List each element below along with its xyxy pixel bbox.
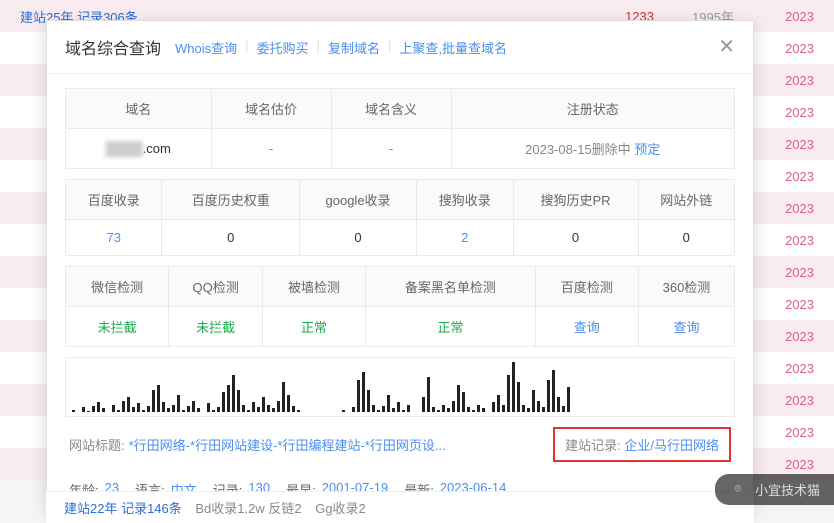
history-sparkline: [65, 357, 735, 417]
header-links: Whois查询| 委托购买| 复制域名| 上聚查,批量查域名: [175, 38, 507, 57]
wechat-icon: ⌾: [729, 481, 747, 499]
cell-r3-0: 未拦截: [66, 307, 169, 347]
close-icon[interactable]: ✕: [718, 37, 735, 57]
link-reserve[interactable]: 预定: [634, 142, 660, 157]
th-r2-4: 搜狗历史PR: [513, 180, 638, 220]
modal-title: 域名综合查询: [65, 35, 161, 59]
th-r2-3: 搜狗收录: [417, 180, 513, 220]
record-highlight-box: 建站记录: 企业/马行田网络: [553, 427, 731, 462]
cell-r3-2: 正常: [262, 307, 365, 347]
site-title-label: 网站标题:: [69, 435, 125, 454]
cell-valuation[interactable]: -: [211, 129, 331, 169]
cell-meaning[interactable]: -: [331, 129, 451, 169]
table-detect: 微信检测QQ检测被墙检测备案黑名单检测百度检测360检测 未拦截未拦截正常正常查…: [65, 266, 735, 347]
th-regstatus: 注册状态: [451, 89, 734, 129]
th-valuation: 域名估价: [211, 89, 331, 129]
th-r3-0: 微信检测: [66, 267, 169, 307]
th-r2-2: google收录: [300, 180, 417, 220]
cell-r2-1: 0: [162, 220, 300, 256]
domain-query-modal: 域名综合查询 Whois查询| 委托购买| 复制域名| 上聚查,批量查域名 ✕ …: [46, 20, 754, 510]
th-r3-2: 被墙检测: [262, 267, 365, 307]
record-label: 建站记录:: [565, 438, 621, 453]
th-r3-5: 360检测: [638, 267, 734, 307]
link-batch[interactable]: 上聚查,批量查域名: [399, 38, 507, 57]
th-meaning: 域名含义: [331, 89, 451, 129]
site-title-row: 网站标题: *行田网络-*行田网站建设-*行田编程建站-*行田网页设... 建站…: [65, 417, 735, 472]
th-r3-1: QQ检测: [169, 267, 263, 307]
th-r2-5: 网站外链: [638, 180, 735, 220]
cell-domain: ████.com: [66, 129, 212, 169]
watermark-bar: ⌾ 小宜技术猫: [715, 474, 834, 505]
table-basic: 域名 域名估价 域名含义 注册状态 ████.com - - 2023-08-1…: [65, 88, 735, 169]
cell-r3-4[interactable]: 查询: [535, 307, 638, 347]
th-r3-4: 百度检测: [535, 267, 638, 307]
watermark-text: 小宜技术猫: [755, 480, 820, 499]
th-r3-3: 备案黑名单检测: [366, 267, 535, 307]
cell-r2-2: 0: [300, 220, 417, 256]
cell-r2-5: 0: [638, 220, 735, 256]
link-whois[interactable]: Whois查询: [175, 38, 237, 57]
cell-regstatus: 2023-08-15删除中 预定: [451, 129, 734, 169]
bottom-strip: 建站22年 记录146条 Bd收录1.2w 反链2 Gg收录2: [46, 491, 754, 523]
cell-r2-3[interactable]: 2: [417, 220, 513, 256]
th-r2-1: 百度历史权重: [162, 180, 300, 220]
cell-r3-5[interactable]: 查询: [638, 307, 734, 347]
cell-r2-4: 0: [513, 220, 638, 256]
record-value[interactable]: 企业/马行田网络: [624, 438, 719, 453]
link-entrust[interactable]: 委托购买: [257, 38, 309, 57]
modal-header: 域名综合查询 Whois查询| 委托购买| 复制域名| 上聚查,批量查域名 ✕: [47, 21, 753, 74]
cell-r3-3: 正常: [366, 307, 535, 347]
table-index: 百度收录百度历史权重google收录搜狗收录搜狗历史PR网站外链 7300200: [65, 179, 735, 256]
link-copy[interactable]: 复制域名: [328, 38, 380, 57]
cell-r3-1: 未拦截: [169, 307, 263, 347]
cell-r2-0[interactable]: 73: [66, 220, 162, 256]
th-domain: 域名: [66, 89, 212, 129]
th-r2-0: 百度收录: [66, 180, 162, 220]
site-title-value[interactable]: *行田网络-*行田网站建设-*行田编程建站-*行田网页设...: [129, 435, 446, 454]
